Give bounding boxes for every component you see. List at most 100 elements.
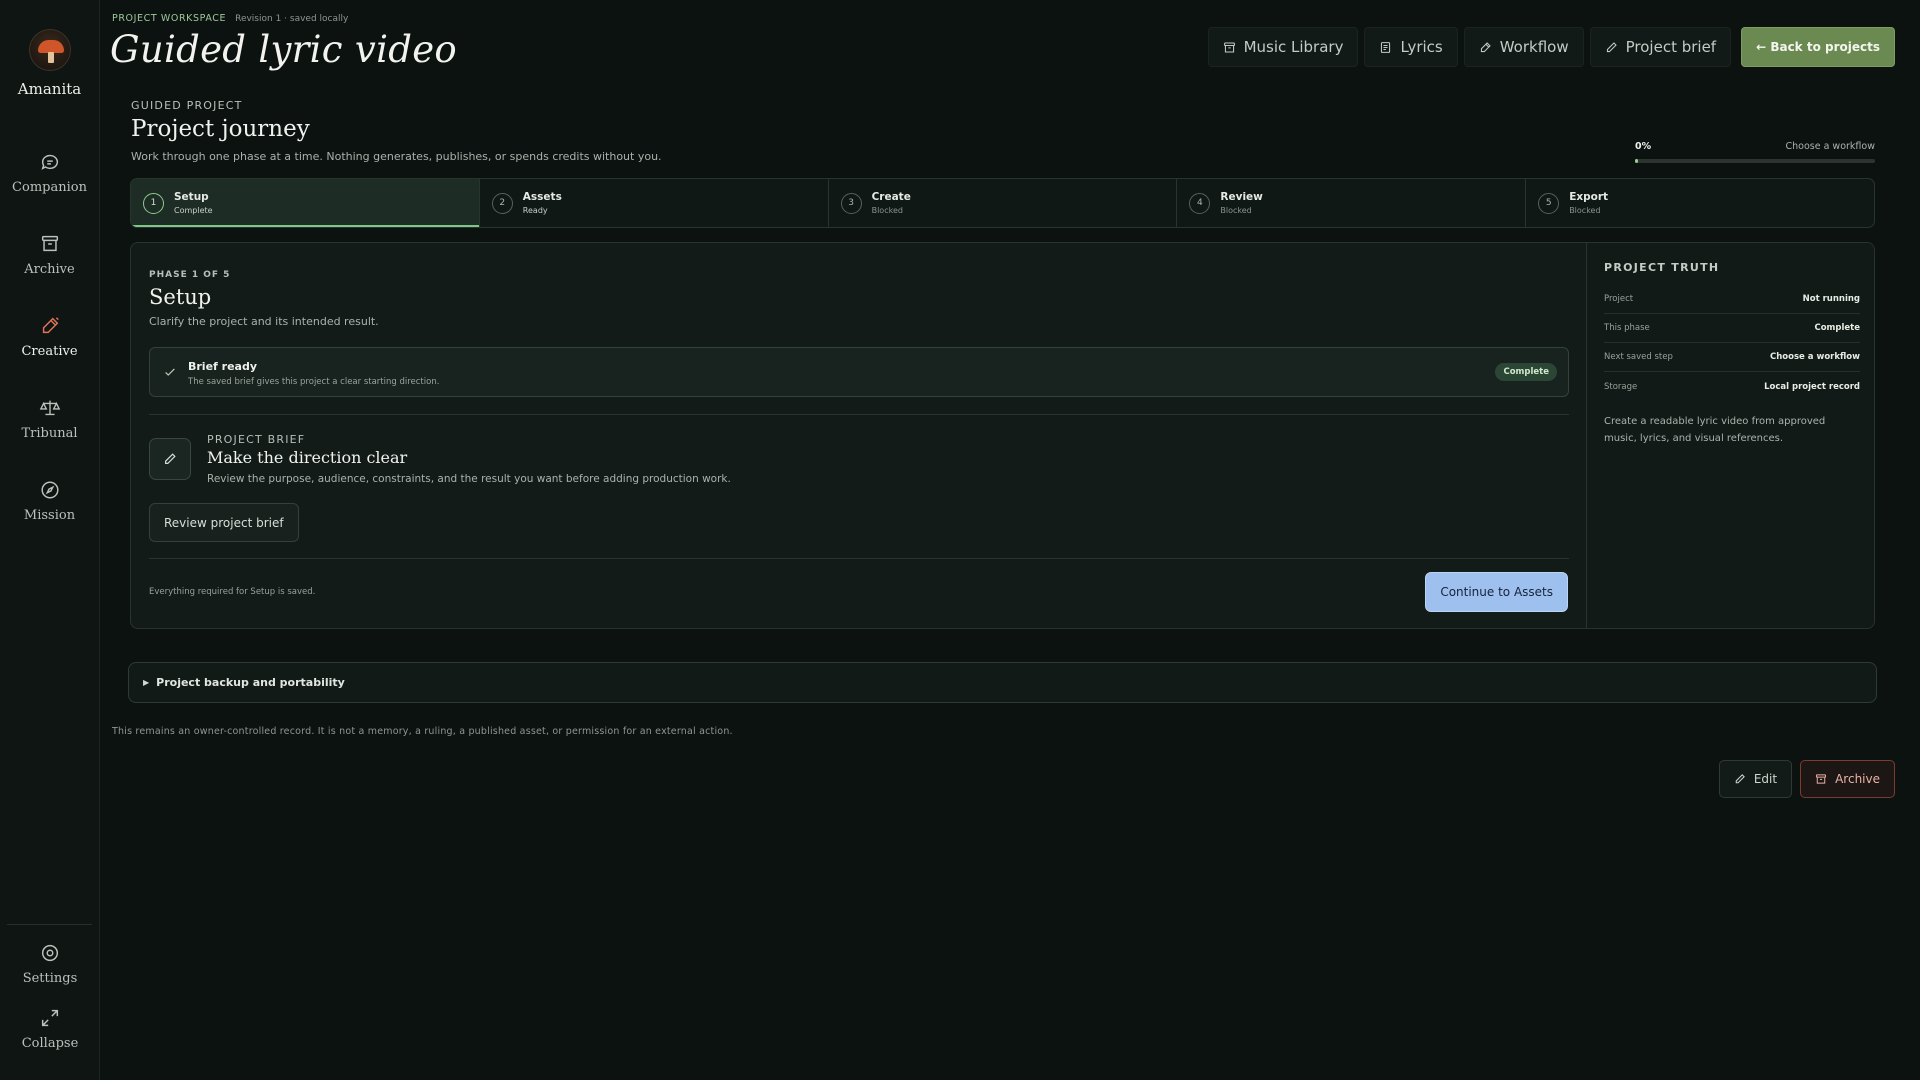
project-brief-label: Project brief <box>1625 38 1717 56</box>
sidebar-item-label: Companion <box>12 180 87 195</box>
gear-icon <box>41 944 59 962</box>
project-brief-icon-tile <box>149 438 191 480</box>
journey-description: Work through one phase at a time. Nothin… <box>131 150 662 163</box>
step-status: Blocked <box>871 206 903 215</box>
progress-label: Choose a workflow <box>1785 141 1876 152</box>
sidebar-item-label: Creative <box>21 344 78 359</box>
brief-title: Brief ready <box>188 360 258 373</box>
back-to-projects-button[interactable]: ← Back to projects <box>1741 27 1895 67</box>
truth-key: Next saved step <box>1604 352 1673 362</box>
phase-description: Clarify the project and its intended res… <box>149 315 379 328</box>
step-status: Ready <box>522 206 548 215</box>
status-badge: Complete <box>1495 363 1557 381</box>
truth-row: This phase Complete <box>1604 314 1860 343</box>
journey-title: Project journey <box>131 116 310 142</box>
sidebar-item-settings[interactable]: Settings <box>0 930 100 998</box>
step-number: 4 <box>1189 192 1211 214</box>
archive-icon <box>1223 42 1235 52</box>
truth-key: This phase <box>1604 323 1650 333</box>
project-backup-label: Project backup and portability <box>156 676 345 689</box>
edit-label: Edit <box>1753 772 1778 786</box>
step-number: 5 <box>1538 192 1560 214</box>
bottom-actions: Edit Archive <box>1718 760 1895 798</box>
header-eyebrow: PROJECT WORKSPACE <box>112 13 227 24</box>
continue-to-assets-button[interactable]: Continue to Assets <box>1425 572 1568 612</box>
step-setup[interactable]: 1 Setup Complete <box>131 179 480 227</box>
music-library-button[interactable]: Music Library <box>1207 27 1359 67</box>
truth-key: Storage <box>1604 381 1638 392</box>
sidebar: Amanita Companion Archive Creative Tribu… <box>0 0 100 1080</box>
step-review[interactable]: 4 Review Blocked <box>1177 179 1527 227</box>
lyrics-label: Lyrics <box>1400 38 1443 56</box>
step-number: 3 <box>840 192 862 214</box>
scales-icon <box>39 400 60 416</box>
sidebar-item-companion[interactable]: Companion <box>0 132 100 214</box>
phase-label: PHASE 1 OF 5 <box>149 270 231 280</box>
expand-arrows-icon <box>41 1009 59 1027</box>
workflow-button[interactable]: Workflow <box>1463 27 1584 67</box>
review-project-brief-button[interactable]: Review project brief <box>149 503 299 542</box>
edit-button[interactable]: Edit <box>1718 760 1793 798</box>
phase-stepper: 1 Setup Complete 2 Assets Ready 3 Create Bl… <box>130 178 1875 228</box>
music-library-label: Music Library <box>1243 38 1344 56</box>
brief-ready-box: Brief ready The saved brief gives this p… <box>149 347 1569 397</box>
project-truth-title: PROJECT TRUTH <box>1604 261 1720 274</box>
progress-percent: 0% <box>1635 141 1652 152</box>
workflow-label: Workflow <box>1499 38 1569 56</box>
step-name: Setup <box>174 191 209 203</box>
page-title: Guided lyric video <box>110 28 457 71</box>
sidebar-item-mission[interactable]: Mission <box>0 460 100 542</box>
sidebar-nav: Companion Archive Creative Tribunal Miss… <box>0 132 100 542</box>
step-export[interactable]: 5 Export Blocked <box>1526 179 1874 227</box>
sidebar-item-creative[interactable]: Creative <box>0 296 100 378</box>
archive-box-icon <box>41 235 58 252</box>
project-brief-button[interactable]: Project brief <box>1589 27 1732 67</box>
check-icon <box>165 368 175 376</box>
step-status: Blocked <box>1220 206 1252 215</box>
footer-note: This remains an owner-controlled record.… <box>112 726 733 737</box>
project-truth-rows: Project Not running This phase Complete Ne… <box>1604 285 1860 401</box>
journey-label: GUIDED PROJECT <box>131 99 243 112</box>
amanita-logo-icon[interactable] <box>28 29 71 71</box>
step-assets[interactable]: 2 Assets Ready <box>480 179 829 227</box>
header-eyebrow-row: PROJECT WORKSPACE Revision 1 · saved loc… <box>112 13 348 24</box>
compass-icon <box>40 481 59 499</box>
sidebar-item-label: Settings <box>22 971 78 986</box>
disclosure-triangle-icon: ▶ <box>143 678 150 687</box>
sidebar-item-label: Collapse <box>21 1036 79 1051</box>
brand-name: Amanita <box>17 80 82 98</box>
sidebar-item-collapse[interactable]: Collapse <box>0 998 100 1060</box>
lyrics-button[interactable]: Lyrics <box>1364 27 1458 67</box>
phase-main: PHASE 1 OF 5 Setup Clarify the project a… <box>131 243 1587 628</box>
archive-button[interactable]: Archive <box>1800 760 1895 798</box>
sidebar-item-tribunal[interactable]: Tribunal <box>0 378 100 460</box>
project-backup-accordion[interactable]: ▶ Project backup and portability <box>128 662 1877 703</box>
project-brief-description: Review the purpose, audience, constraint… <box>207 473 731 485</box>
step-name: Export <box>1569 191 1609 203</box>
truth-value: Choose a workflow <box>1770 352 1860 362</box>
truth-row: Next saved step Choose a workflow <box>1604 343 1860 372</box>
step-name: Assets <box>522 191 562 203</box>
revision-status: Revision 1 · saved locally <box>235 14 349 24</box>
step-create[interactable]: 3 Create Blocked <box>829 179 1178 227</box>
project-brief-label: PROJECT BRIEF <box>207 433 306 446</box>
sidebar-item-archive[interactable]: Archive <box>0 214 100 296</box>
top-nav: Music Library Lyrics Workflow Project br… <box>1207 27 1895 67</box>
step-number: 1 <box>143 192 164 214</box>
step-status: Complete <box>174 206 213 215</box>
sidebar-item-label: Mission <box>23 508 76 523</box>
pencil-icon <box>165 453 176 464</box>
project-truth-panel: PROJECT TRUTH Project Not running This ph… <box>1588 243 1874 628</box>
sidebar-divider <box>7 924 92 925</box>
divider <box>149 414 1569 415</box>
pencil-icon <box>1735 774 1745 784</box>
sidebar-bottom: Settings Collapse <box>0 930 100 1060</box>
step-name: Create <box>871 191 911 203</box>
divider <box>149 558 1569 559</box>
truth-key: Project <box>1604 294 1634 304</box>
journey-progress: 0% Choose a workflow <box>1635 141 1875 163</box>
progress-fill <box>1635 159 1638 163</box>
progress-bar <box>1635 159 1875 163</box>
brief-subtitle: The saved brief gives this project a cle… <box>188 377 440 387</box>
step-name: Review <box>1220 191 1263 203</box>
